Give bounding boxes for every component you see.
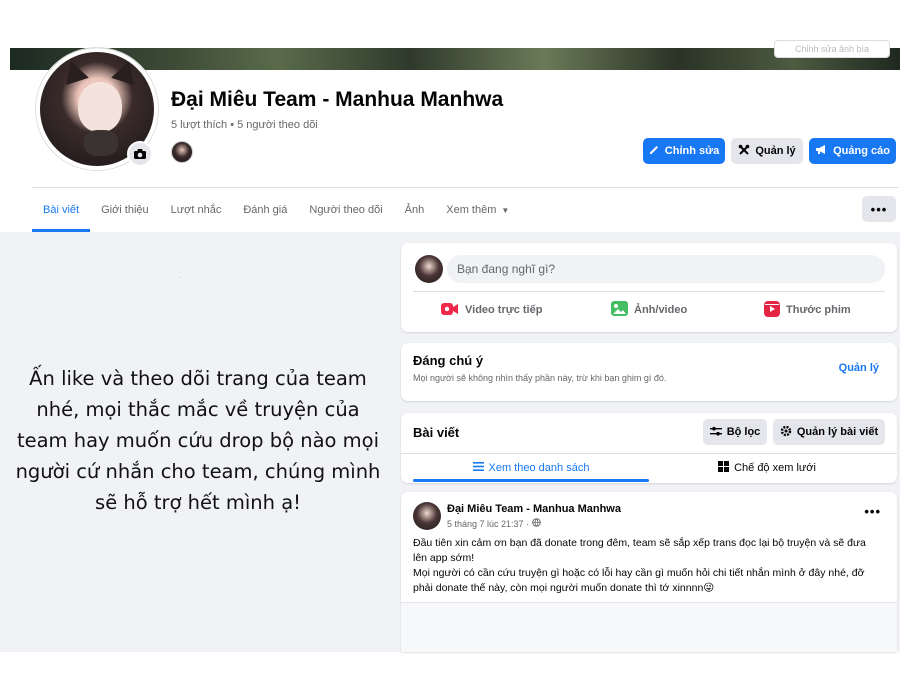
tab-photos[interactable]: Ảnh — [394, 188, 436, 232]
page-title: Đại Miêu Team - Manhua Manhwa — [171, 88, 504, 111]
page-tabs: Bài viết Giới thiệu Lượt nhắc Đánh giá N… — [32, 188, 520, 232]
list-icon — [472, 462, 484, 474]
tab-about[interactable]: Giới thiệu — [90, 188, 160, 232]
tab-followers[interactable]: Người theo dõi — [298, 188, 393, 232]
notable-manage-link[interactable]: Quản lý — [839, 362, 879, 374]
more-options-button[interactable]: ••• — [862, 196, 896, 222]
grid-view-tab[interactable]: Chế độ xem lưới — [649, 455, 885, 481]
reel-label: Thước phim — [786, 304, 851, 316]
post-card: Đại Miêu Team - Manhua Manhwa 5 tháng 7 … — [401, 492, 897, 652]
advertise-label: Quảng cáo — [833, 145, 890, 157]
posts-header-card: Bài viết Bộ lọc Quản lý bài viết Xem the… — [401, 413, 897, 483]
grid-icon — [718, 461, 730, 475]
post-author[interactable]: Đại Miêu Team - Manhua Manhwa — [447, 503, 621, 515]
live-video-icon — [441, 302, 459, 319]
pencil-icon — [649, 144, 660, 158]
notable-subtitle: Mọi người sẽ không nhìn thấy phần này, t… — [413, 373, 667, 383]
notable-card: Đáng chú ý Mọi người sẽ không nhìn thấy … — [401, 343, 897, 401]
chevron-down-icon: ▼ — [501, 205, 510, 215]
view-divider — [401, 453, 897, 454]
decoration-dot: · — [178, 272, 182, 283]
follower-avatar[interactable] — [171, 141, 193, 163]
edit-page-button[interactable]: Chỉnh sửa — [643, 138, 725, 164]
advertise-button[interactable]: Quảng cáo — [809, 138, 896, 164]
list-view-label: Xem theo danh sách — [488, 462, 590, 474]
post-time-label: 5 tháng 7 lúc 21:37 · — [447, 518, 530, 529]
tab-mentions[interactable]: Lượt nhắc — [160, 188, 233, 232]
list-view-tab[interactable]: Xem theo danh sách — [413, 455, 649, 481]
gear-icon — [780, 425, 792, 440]
facebook-page: Chỉnh sửa ảnh bìa Đại Miêu Team - Manhua… — [0, 0, 900, 700]
reel-button[interactable]: Thước phim — [764, 299, 851, 321]
filter-icon — [709, 426, 722, 439]
promo-text: Ấn like và theo dõi trang của team nhé, … — [15, 367, 381, 514]
tools-icon — [738, 144, 750, 159]
edit-label: Chỉnh sửa — [664, 145, 720, 157]
post-text-line: Mọi người có cần cứu truyện gì hoặc có l… — [413, 567, 865, 579]
post-text-line: phải donate thế này, còn mọi người muốn … — [413, 582, 715, 594]
live-video-label: Video trực tiếp — [465, 304, 543, 316]
grid-view-label: Chế độ xem lưới — [734, 462, 816, 474]
live-video-button[interactable]: Video trực tiếp — [441, 299, 542, 321]
post-text-line: Đầu tiên xin cảm ơn bạn đã donate trong … — [413, 537, 866, 549]
post-text: Đầu tiên xin cảm ơn bạn đã donate trong … — [413, 536, 889, 596]
composer-card: Bạn đang nghĩ gì? Video trực tiếp Ảnh/vi… — [401, 243, 897, 332]
post-timestamp[interactable]: 5 tháng 7 lúc 21:37 · — [447, 518, 541, 529]
composer-input[interactable]: Bạn đang nghĩ gì? — [447, 255, 885, 283]
notable-title: Đáng chú ý — [413, 353, 484, 368]
see-more-label: Xem thêm — [446, 204, 497, 216]
post-media-area — [401, 602, 897, 652]
reel-icon — [764, 300, 780, 320]
post-author-avatar[interactable] — [413, 502, 441, 530]
globe-icon — [532, 518, 541, 529]
list-view-underline — [413, 479, 649, 482]
photo-icon — [611, 301, 628, 319]
post-text-line: lên app sớm! — [413, 552, 475, 564]
posts-title: Bài viết — [413, 425, 460, 440]
tab-see-more[interactable]: Xem thêm ▼ — [435, 188, 520, 232]
filter-label: Bộ lọc — [726, 426, 761, 438]
manage-posts-label: Quản lý bài viết — [796, 426, 879, 438]
composer-divider — [413, 291, 885, 292]
camera-icon[interactable] — [127, 141, 153, 167]
composer-avatar — [415, 255, 443, 283]
manage-posts-button[interactable]: Quản lý bài viết — [773, 419, 885, 445]
edit-cover-button[interactable]: Chỉnh sửa ảnh bìa — [774, 40, 890, 58]
manage-label: Quản lý — [755, 145, 796, 157]
tab-posts[interactable]: Bài viết — [32, 188, 91, 232]
megaphone-icon — [815, 144, 828, 158]
photo-video-button[interactable]: Ảnh/video — [611, 299, 687, 321]
manage-page-button[interactable]: Quản lý — [731, 138, 803, 164]
cover-photo[interactable] — [10, 48, 900, 70]
filter-button[interactable]: Bộ lọc — [703, 419, 767, 445]
page-stats[interactable]: 5 lượt thích • 5 người theo dõi — [171, 119, 318, 131]
post-more-icon[interactable]: ••• — [864, 504, 881, 519]
tab-reviews[interactable]: Đánh giá — [232, 188, 298, 232]
photo-video-label: Ảnh/video — [634, 304, 688, 316]
